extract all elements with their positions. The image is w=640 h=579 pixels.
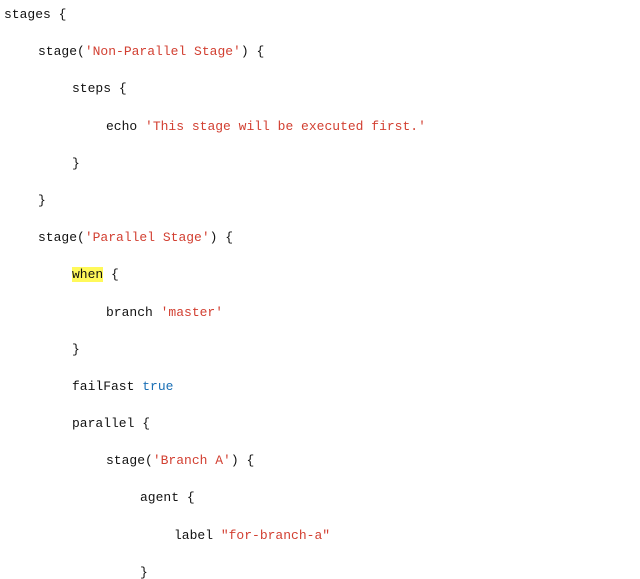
code-line: agent { bbox=[4, 489, 640, 508]
code-line: parallel { bbox=[4, 415, 640, 434]
code-line: label "for-branch-a" bbox=[4, 527, 640, 546]
code-line: } bbox=[4, 564, 640, 579]
code-line: stage('Parallel Stage') { bbox=[4, 229, 640, 248]
code-line: stage('Non-Parallel Stage') { bbox=[4, 43, 640, 62]
code-line: stage('Branch A') { bbox=[4, 452, 640, 471]
highlighted-keyword: when bbox=[72, 267, 103, 282]
code-line: } bbox=[4, 155, 640, 174]
code-block: stages { stage('Non-Parallel Stage') { s… bbox=[0, 0, 640, 579]
code-line: } bbox=[4, 341, 640, 360]
code-line: failFast true bbox=[4, 378, 640, 397]
code-line: } bbox=[4, 192, 640, 211]
code-line: stages { bbox=[4, 6, 640, 25]
code-line: branch 'master' bbox=[4, 304, 640, 323]
code-line: steps { bbox=[4, 80, 640, 99]
code-line: echo 'This stage will be executed first.… bbox=[4, 118, 640, 137]
code-line: when { bbox=[4, 266, 640, 285]
